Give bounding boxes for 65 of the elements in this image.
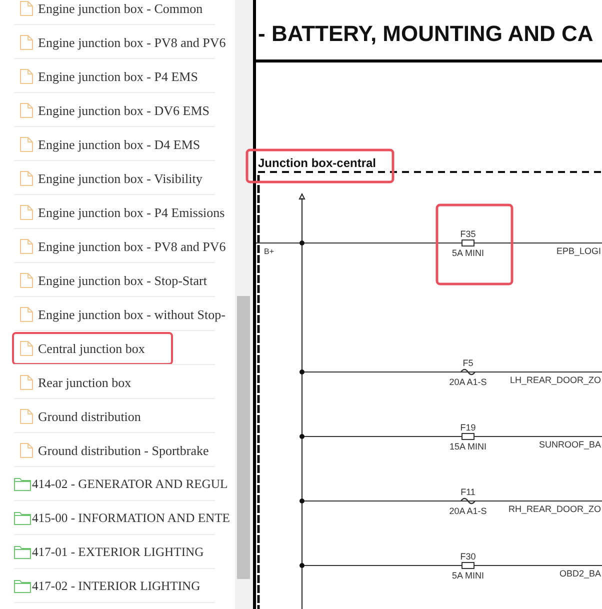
document-icon: [20, 272, 33, 288]
document-icon: [20, 238, 33, 254]
fuse-label: F11: [460, 487, 476, 497]
fuse-label: F35: [460, 229, 476, 239]
document-icon: [20, 442, 33, 458]
fuse-rating: 5A MINI: [452, 248, 484, 258]
document-icon: [20, 170, 33, 186]
fuse-rating: 5A MINI: [452, 570, 484, 580]
fuse-rating: 15A MINI: [450, 442, 486, 452]
tree-item[interactable]: Engine junction box - P4 EMS: [14, 59, 235, 93]
document-icon: [20, 102, 33, 118]
fuse-label: F19: [460, 422, 476, 432]
tree-item[interactable]: Rear junction box: [14, 365, 235, 399]
fuse-label: F5: [462, 358, 474, 368]
signal-label: RH_REAR_DOOR_ZO: [508, 504, 601, 514]
tree-item[interactable]: Ground distribution: [14, 399, 235, 433]
tree-item[interactable]: Ground distribution - Sportbrake: [14, 433, 235, 467]
folder-icon: [14, 580, 31, 592]
tree-item[interactable]: Engine junction box - DV6 EMS: [14, 93, 235, 127]
tree-item[interactable]: Central junction box: [14, 331, 235, 365]
document-icon: [20, 374, 33, 390]
fuse-rating: 20A A1-S: [449, 377, 487, 387]
supply-label: B+: [264, 247, 274, 256]
document-icon: [20, 204, 33, 220]
junction-dot: [300, 434, 304, 439]
signal-label: SUNROOF_BA: [538, 440, 601, 450]
tree-item[interactable]: 414-02 - GENERATOR AND REGUL: [14, 467, 235, 501]
tree-item[interactable]: Engine junction box - without Stop-: [14, 297, 235, 331]
folder-icon: [14, 478, 31, 490]
folder-icon: [14, 512, 31, 524]
tree-item[interactable]: 417-01 - EXTERIOR LIGHTING: [14, 535, 235, 569]
tree-item[interactable]: Engine junction box - PV8 and PV6: [14, 25, 235, 59]
folder-icon: [14, 546, 31, 558]
fuse-icon: [460, 498, 476, 504]
signal-label: OBD2_BA: [559, 568, 601, 578]
fuse-icon: [462, 562, 474, 569]
tree-item[interactable]: Engine junction box - PV8 and PV6: [14, 229, 235, 263]
fuse-icon: [460, 368, 476, 376]
tree-item[interactable]: Engine junction box - P4 Emissions: [14, 195, 235, 229]
junction-box-label: Junction box-central: [258, 156, 376, 170]
fuse-rating: 20A A1-S: [449, 506, 487, 516]
document-icon: [20, 340, 33, 356]
signal-label: LH_REAR_DOOR_ZO: [510, 375, 601, 385]
document-icon: [20, 34, 33, 50]
junction-dot: [300, 498, 304, 504]
junction-dot: [300, 240, 304, 246]
fuse-icon: [462, 433, 474, 440]
document-icon: [20, 0, 33, 16]
tree-item[interactable]: 415-00 - INFORMATION AND ENTE: [14, 501, 235, 535]
tree-item[interactable]: Engine junction box - Common: [14, 0, 235, 25]
document-icon: [20, 68, 33, 84]
tree-item[interactable]: Engine junction box - Stop-Start: [14, 263, 235, 297]
diagram-title: - BATTERY, MOUNTING AND CA: [258, 21, 594, 46]
junction-dot: [300, 563, 304, 568]
document-icon: [20, 306, 33, 322]
document-icon: [20, 136, 33, 152]
fuse-label: F30: [460, 552, 476, 562]
tree-item[interactable]: 417-02 - INTERIOR LIGHTING: [14, 569, 235, 603]
document-icon: [20, 408, 33, 424]
junction-dot: [300, 370, 304, 374]
fuse-icon: [462, 240, 474, 246]
tree-item[interactable]: Engine junction box - Visibility: [14, 161, 235, 195]
signal-label: EPB_LOGI: [556, 246, 601, 256]
scrollbar-thumb[interactable]: [237, 296, 250, 579]
tree-item[interactable]: Engine junction box - D4 EMS: [14, 127, 235, 161]
